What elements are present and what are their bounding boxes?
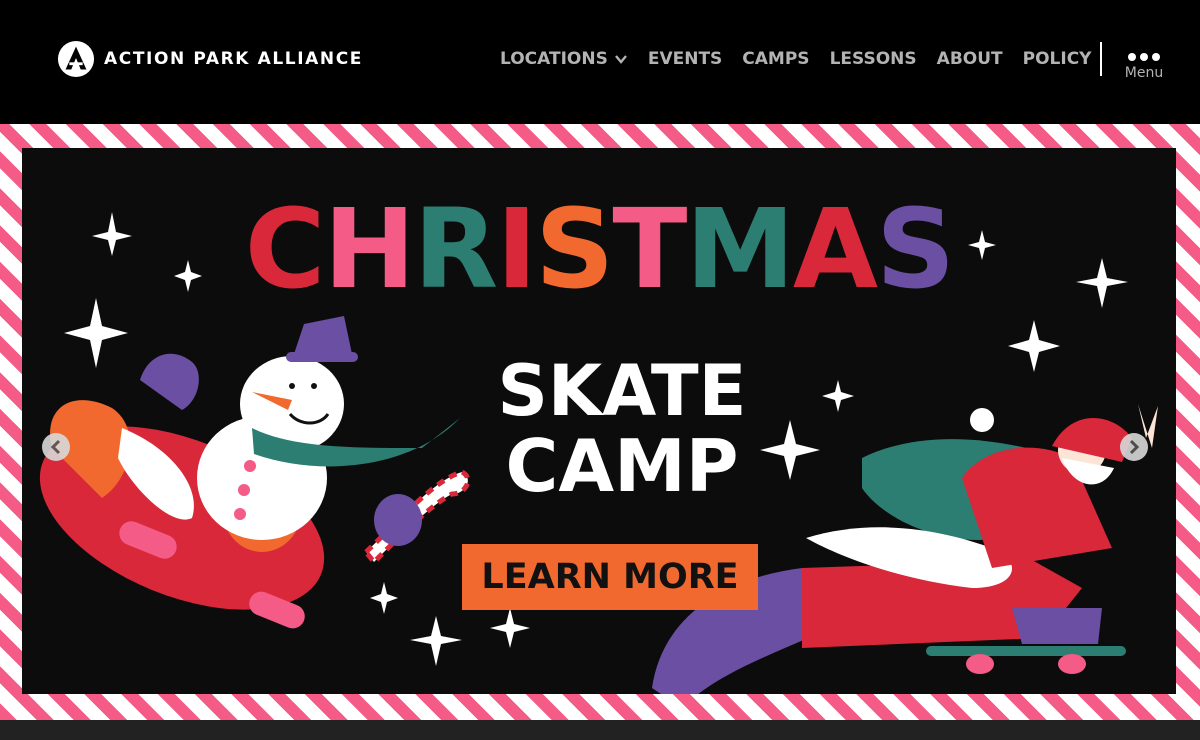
title-letter: M <box>685 185 794 313</box>
nav-item-camps[interactable]: CAMPS <box>742 49 809 69</box>
hero-banner[interactable]: CHRISTMAS SKATE CAMP LEARN MORE <box>0 124 1200 720</box>
chevron-down-icon <box>614 55 627 64</box>
banner-subtitle-line2: CAMP <box>505 424 739 508</box>
page-bottom-strip <box>0 720 1200 740</box>
brand-logo[interactable]: ACTION PARK ALLIANCE <box>57 40 363 78</box>
nav-item-label: CAMPS <box>742 49 810 69</box>
title-letter: T <box>612 185 687 313</box>
title-letter: R <box>413 185 499 313</box>
title-letter: S <box>535 185 614 313</box>
title-letter: H <box>323 185 415 313</box>
carousel-prev-button[interactable] <box>42 433 70 461</box>
nav-item-label: EVENTS <box>647 49 723 69</box>
more-dots-icon <box>1117 53 1171 61</box>
banner-subtitle-line1: SKATE <box>497 350 747 432</box>
nav-item-label: POLICY <box>1022 49 1092 69</box>
title-letter: I <box>496 185 537 313</box>
banner-artwork: CHRISTMAS SKATE CAMP LEARN MORE <box>22 148 1176 694</box>
nav-divider <box>1100 42 1102 76</box>
menu-label: Menu <box>1124 65 1164 81</box>
snowman-skater-icon <box>39 316 471 629</box>
arrow-right-icon <box>1129 439 1140 455</box>
learn-more-button[interactable]: LEARN MORE <box>462 544 758 610</box>
menu-button[interactable]: Menu <box>1117 49 1171 89</box>
nav-item-about[interactable]: ABOUT <box>937 49 1003 69</box>
arrow-left-icon <box>50 439 61 455</box>
title-letter: C <box>244 185 326 313</box>
nav-item-policy[interactable]: POLICY <box>1023 49 1092 69</box>
banner-title: CHRISTMAS <box>22 194 1176 304</box>
main-nav: LOCATIONS EVENTS CAMPS LESSONS ABOUT POL… <box>500 49 1091 69</box>
logo-icon <box>57 40 95 78</box>
nav-item-lessons[interactable]: LESSONS <box>830 49 917 69</box>
title-letter: A <box>792 185 878 313</box>
nav-item-locations[interactable]: LOCATIONS <box>500 49 628 69</box>
nav-item-events[interactable]: EVENTS <box>648 49 722 69</box>
carousel-next-button[interactable] <box>1120 433 1148 461</box>
title-letter: S <box>876 185 955 313</box>
nav-item-label: LESSONS <box>829 49 917 69</box>
site-header: ACTION PARK ALLIANCE LOCATIONS EVENTS CA… <box>0 0 1200 120</box>
nav-item-label: LOCATIONS <box>500 49 608 69</box>
brand-name: ACTION PARK ALLIANCE <box>104 49 364 69</box>
nav-item-label: ABOUT <box>936 49 1003 69</box>
